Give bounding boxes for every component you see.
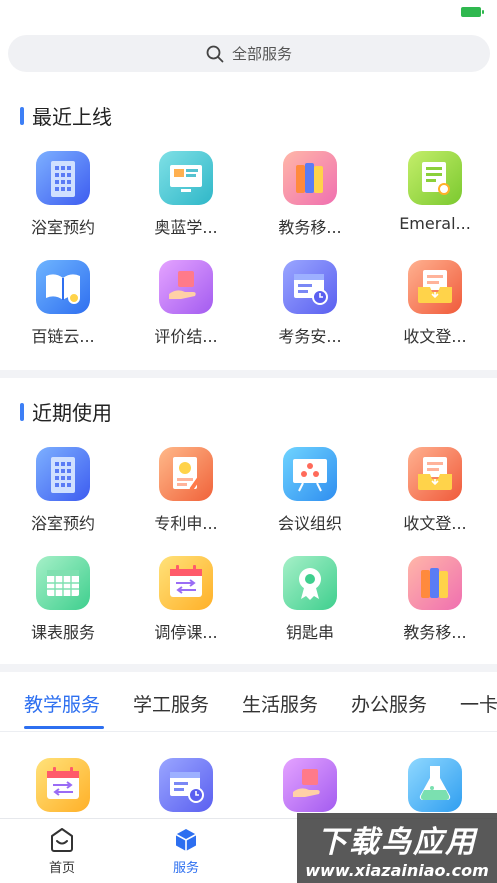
cube-icon xyxy=(175,829,197,851)
service-item[interactable]: 课表服务 xyxy=(1,556,125,643)
book-search-icon xyxy=(36,260,90,314)
search-label: 全部服务 xyxy=(231,45,292,63)
hand-box-icon xyxy=(159,260,213,314)
building-icon xyxy=(36,447,90,501)
nav-services-label: 服务 xyxy=(172,861,199,876)
search-icon xyxy=(206,45,224,62)
tab-student-affairs[interactable]: 学工服务 xyxy=(133,690,209,717)
service-item-label: Emeral... xyxy=(399,214,471,233)
category-tabs: 教学服务 学工服务 生活服务 办公服务 一卡 xyxy=(0,678,497,732)
tab-card[interactable]: 一卡 xyxy=(460,690,497,717)
service-item[interactable]: 专利申... xyxy=(124,447,248,534)
tab-teaching[interactable]: 教学服务 xyxy=(24,690,100,717)
service-item[interactable]: 收文登... xyxy=(373,260,497,347)
hand-box-icon xyxy=(283,758,337,812)
service-item-label: 收文登... xyxy=(403,327,467,346)
service-item-label: 会议组织 xyxy=(277,514,342,533)
section-divider xyxy=(0,370,497,378)
service-item[interactable]: Emeral... xyxy=(373,151,497,233)
nav-home-label: 首页 xyxy=(48,861,75,876)
section-divider xyxy=(0,664,497,672)
nav-services[interactable]: 服务 xyxy=(156,827,216,876)
meeting-board-icon xyxy=(283,447,337,501)
section-title-text: 最近上线 xyxy=(32,105,112,129)
service-item[interactable]: 收文登... xyxy=(373,447,497,534)
service-item-label: 考务安... xyxy=(278,327,342,346)
timetable-icon xyxy=(36,556,90,610)
service-item[interactable] xyxy=(373,758,497,812)
service-item-label: 钥匙串 xyxy=(285,623,334,642)
tab-life[interactable]: 生活服务 xyxy=(242,690,318,717)
service-item-label: 百链云... xyxy=(31,327,95,346)
calendar-clock-icon xyxy=(159,758,213,812)
service-item[interactable] xyxy=(1,758,125,812)
service-item-label: 调停课... xyxy=(154,623,218,642)
service-item[interactable]: 钥匙串 xyxy=(248,556,372,643)
section-accent-bar xyxy=(20,106,24,125)
patent-document-icon xyxy=(159,447,213,501)
service-item-label: 课表服务 xyxy=(30,623,95,642)
service-item-label: 浴室预约 xyxy=(30,218,95,237)
service-item-label: 专利申... xyxy=(154,514,218,533)
search-bar[interactable]: 全部服务 xyxy=(8,35,490,72)
service-item-label: 教务移... xyxy=(403,623,467,642)
service-item[interactable]: 会议组织 xyxy=(248,447,372,534)
key-badge-icon xyxy=(283,556,337,610)
watermark: 下载鸟应用 www.xiazainiao.com xyxy=(297,813,497,883)
watermark-url: www.xiazainiao.com xyxy=(305,860,489,880)
tab-active-indicator xyxy=(24,726,104,729)
monitor-icon xyxy=(159,151,213,205)
service-item[interactable]: 教务移... xyxy=(248,151,372,238)
status-bar xyxy=(0,0,497,24)
tab-office[interactable]: 办公服务 xyxy=(351,690,427,717)
service-item[interactable]: 浴室预约 xyxy=(1,447,125,534)
section-title-recent-online: 最近上线 xyxy=(20,101,112,130)
home-face-icon xyxy=(51,828,73,852)
service-item[interactable]: 考务安... xyxy=(248,260,372,347)
flask-icon xyxy=(408,758,462,812)
section-accent-bar xyxy=(20,402,24,421)
inbox-icon xyxy=(408,260,462,314)
service-item-label: 收文登... xyxy=(403,514,467,533)
watermark-title: 下载鸟应用 xyxy=(317,824,477,860)
service-item[interactable] xyxy=(248,758,372,812)
books-icon xyxy=(408,556,462,610)
building-icon xyxy=(36,151,90,205)
section-title-recent-used: 近期使用 xyxy=(20,397,112,426)
service-item[interactable]: 教务移... xyxy=(373,556,497,643)
service-item[interactable]: 奥蓝学... xyxy=(124,151,248,238)
inbox-icon xyxy=(408,447,462,501)
calendar-clock-icon xyxy=(283,260,337,314)
calendar-swap-icon xyxy=(36,758,90,812)
service-item-label: 教务移... xyxy=(278,218,342,237)
nav-home[interactable]: 首页 xyxy=(32,827,92,876)
books-icon xyxy=(283,151,337,205)
service-item[interactable]: 调停课... xyxy=(124,556,248,643)
calendar-swap-icon xyxy=(159,556,213,610)
battery-icon xyxy=(461,7,484,17)
service-item[interactable]: 评价结... xyxy=(124,260,248,347)
document-search-icon xyxy=(408,151,462,205)
service-item[interactable]: 百链云... xyxy=(1,260,125,347)
section-title-text: 近期使用 xyxy=(32,401,112,425)
service-item-label: 评价结... xyxy=(154,327,218,346)
service-item[interactable]: 浴室预约 xyxy=(1,151,125,238)
service-item[interactable] xyxy=(124,758,248,812)
service-item-label: 奥蓝学... xyxy=(154,218,218,237)
service-item-label: 浴室预约 xyxy=(30,514,95,533)
